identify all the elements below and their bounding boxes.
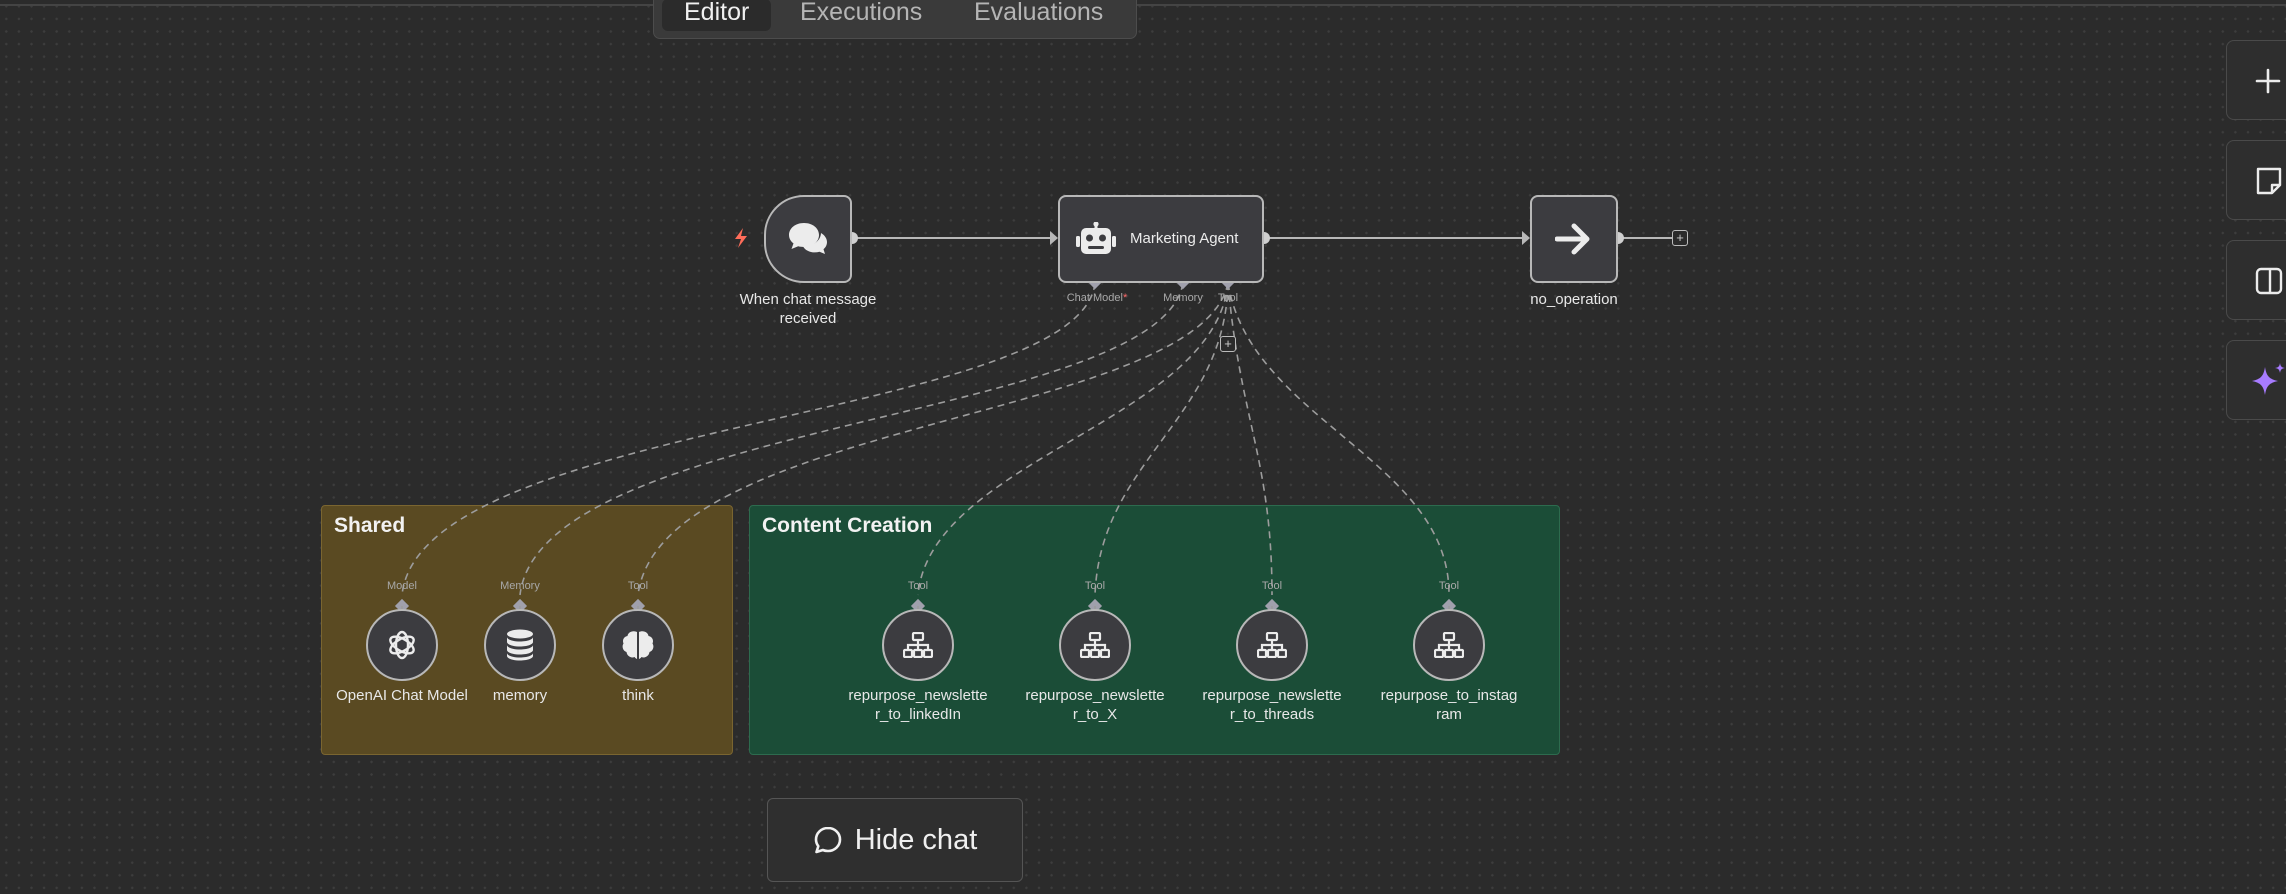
add-node-toolbar-button[interactable] bbox=[2226, 40, 2286, 120]
connection-tool-linkedin bbox=[917, 282, 1229, 596]
add-tool-button[interactable]: + bbox=[1220, 336, 1236, 352]
workflow-icon bbox=[1080, 632, 1110, 658]
connection-chat-model bbox=[401, 282, 1096, 596]
node-label: When chat message received bbox=[739, 291, 877, 327]
panel-icon bbox=[2255, 267, 2283, 295]
connection-tool-threads bbox=[1227, 282, 1273, 596]
sticky-note-button[interactable] bbox=[2226, 140, 2286, 220]
node-chat-trigger[interactable] bbox=[764, 195, 852, 283]
node-label: repurpose_newslette r_to_X bbox=[1025, 687, 1165, 723]
toggle-panel-button[interactable] bbox=[2226, 240, 2286, 320]
connections bbox=[394, 231, 1672, 614]
brain-icon bbox=[622, 631, 654, 659]
node-marketing-agent[interactable]: Marketing Agent bbox=[1058, 195, 1264, 283]
port-label-model: Model bbox=[387, 580, 417, 592]
node-label: Marketing Agent bbox=[1130, 230, 1239, 247]
node-label: memory bbox=[492, 687, 548, 704]
plus-icon bbox=[2255, 68, 2281, 94]
port-label-tool: Tool bbox=[1084, 580, 1106, 592]
workflow-icon bbox=[1257, 632, 1287, 658]
port-diamonds bbox=[394, 274, 1457, 614]
port-label-tool: Tool bbox=[1438, 580, 1460, 592]
trigger-bolt-icon bbox=[735, 228, 747, 248]
robot-icon bbox=[1076, 222, 1116, 254]
database-icon bbox=[507, 629, 533, 661]
port-label-tool: Tool bbox=[907, 580, 929, 592]
connection-tool-think bbox=[637, 282, 1229, 596]
connection-tool-instagram bbox=[1227, 282, 1450, 596]
port-label-memory: Memory bbox=[500, 580, 540, 592]
node-label: think bbox=[622, 687, 654, 704]
port-label-tool: Tool bbox=[1217, 292, 1239, 304]
arrow-head bbox=[1522, 231, 1530, 245]
chat-icon bbox=[814, 826, 842, 854]
node-repurpose-x[interactable] bbox=[1059, 609, 1131, 681]
workflow-icon bbox=[903, 632, 933, 658]
node-label: repurpose_newslette r_to_threads bbox=[1202, 687, 1342, 723]
port-label-memory: Memory bbox=[1163, 292, 1203, 304]
connection-tool-x bbox=[1094, 282, 1229, 596]
port-label-tool: Tool bbox=[1261, 580, 1283, 592]
ai-assistant-button[interactable] bbox=[2226, 340, 2286, 420]
openai-icon bbox=[389, 630, 415, 660]
hide-chat-label: Hide chat bbox=[854, 823, 978, 856]
add-node-button[interactable]: + bbox=[1672, 230, 1688, 246]
chat-bubbles-icon bbox=[789, 223, 827, 254]
node-repurpose-linkedin[interactable] bbox=[882, 609, 954, 681]
sparkle-icon bbox=[2252, 363, 2285, 395]
node-no-operation[interactable] bbox=[1530, 195, 1618, 283]
node-label: no_operation bbox=[1530, 291, 1618, 308]
arrow-right-icon bbox=[1555, 223, 1590, 255]
node-label: repurpose_to_instag ram bbox=[1380, 687, 1518, 723]
node-repurpose-instagram[interactable] bbox=[1413, 609, 1485, 681]
node-think[interactable] bbox=[602, 609, 674, 681]
hide-chat-button[interactable]: Hide chat bbox=[767, 798, 1023, 882]
workflow-icon bbox=[1434, 632, 1464, 658]
node-label: OpenAI Chat Model bbox=[336, 687, 468, 704]
node-openai-chat-model[interactable] bbox=[366, 609, 438, 681]
node-repurpose-threads[interactable] bbox=[1236, 609, 1308, 681]
arrow-head bbox=[1050, 231, 1058, 245]
sticky-note-icon bbox=[2256, 167, 2282, 195]
node-memory[interactable] bbox=[484, 609, 556, 681]
port-label-tool: Tool bbox=[627, 580, 649, 592]
connection-memory bbox=[519, 282, 1184, 596]
node-label: repurpose_newslette r_to_linkedIn bbox=[848, 687, 988, 723]
port-label-chat-model: Chat Model* bbox=[1066, 292, 1128, 304]
